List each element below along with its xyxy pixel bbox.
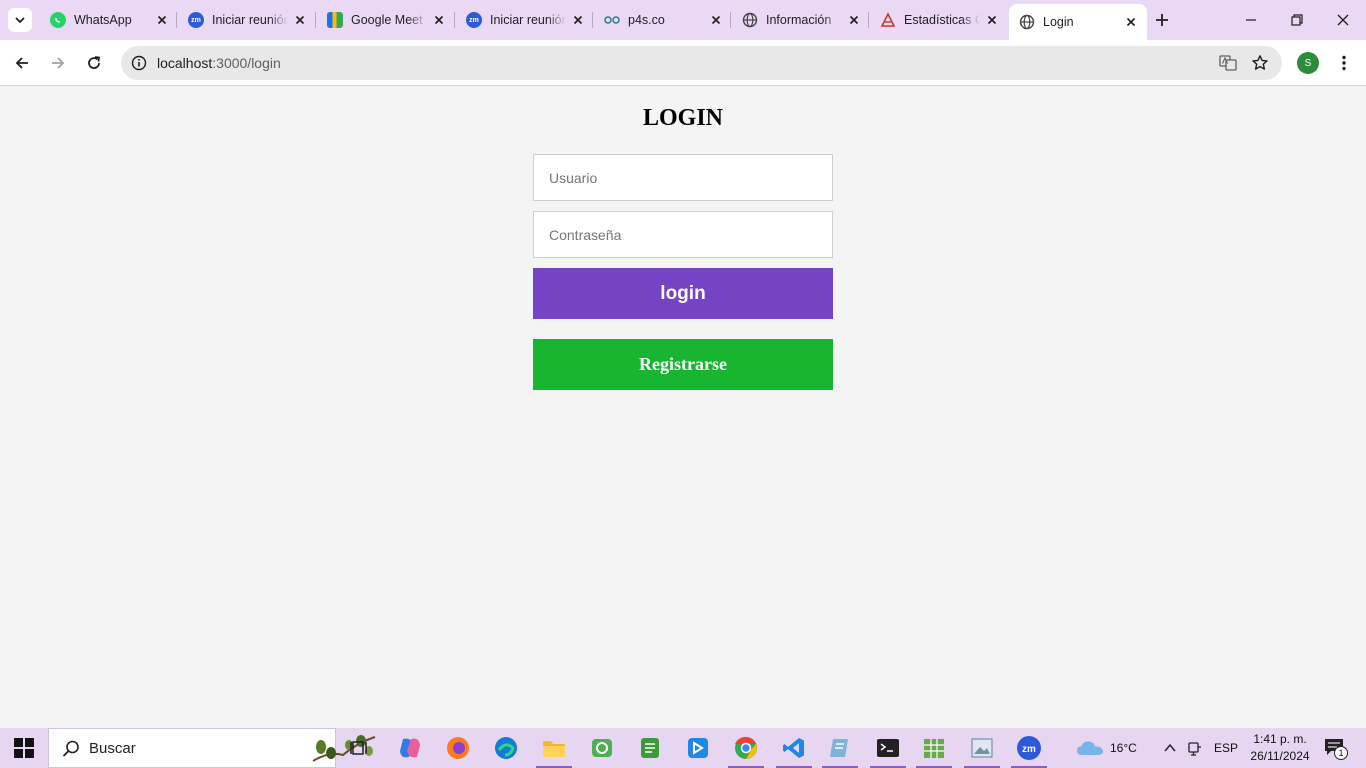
zoom-app-icon[interactable]: zm (1015, 734, 1043, 762)
taskbar-clock[interactable]: 1:41 p. m. 26/11/2024 (1240, 731, 1320, 765)
notepad-icon[interactable] (636, 734, 664, 762)
more-vertical-icon (1342, 55, 1346, 71)
tab-title: p4s.co (628, 13, 665, 27)
login-button[interactable]: login (533, 268, 833, 319)
globe-icon (742, 12, 758, 28)
svg-text:zm: zm (1022, 744, 1036, 755)
tab-title: Login (1043, 15, 1074, 29)
google-meet-icon (327, 12, 343, 28)
username-input[interactable] (533, 154, 833, 201)
tab-title: Iniciar reunión (212, 13, 288, 27)
notification-badge: 1 (1334, 746, 1348, 760)
spreadsheet-icon[interactable] (920, 734, 948, 762)
taskbar-search-text: Buscar (89, 740, 136, 757)
tab-title: WhatsApp (74, 13, 132, 27)
notification-center[interactable]: 1 (1324, 738, 1348, 760)
tab-informacion[interactable]: Información (732, 4, 870, 36)
translate-icon[interactable] (1218, 53, 1238, 73)
close-icon[interactable] (570, 12, 586, 28)
browser-menu-button[interactable] (1332, 49, 1356, 77)
zoom-icon: zm (188, 12, 204, 28)
password-input[interactable] (533, 211, 833, 258)
search-icon (62, 740, 79, 757)
restore-button[interactable] (1274, 0, 1320, 40)
tab-zoom-2[interactable]: zm Iniciar reunión (456, 4, 594, 36)
url-host: localhost (157, 55, 213, 71)
chevron-up-icon[interactable] (1163, 742, 1177, 754)
bookmark-star-icon[interactable] (1250, 53, 1270, 73)
minimize-button[interactable] (1228, 0, 1274, 40)
game-controller-icon[interactable] (588, 734, 616, 762)
reload-icon (88, 56, 101, 69)
minimize-icon (1246, 19, 1256, 21)
plus-icon (1156, 14, 1168, 26)
clock-time: 1:41 p. m. (1253, 732, 1307, 746)
url-path: :3000/login (212, 55, 281, 71)
close-icon[interactable] (1123, 14, 1139, 30)
login-page: LOGIN login Registrarse (0, 87, 1366, 728)
vscode-icon[interactable] (780, 734, 808, 762)
clock-date: 26/11/2024 (1250, 749, 1310, 763)
new-tab-button[interactable] (1150, 8, 1174, 32)
image-viewer-icon[interactable] (968, 734, 996, 762)
url-text[interactable]: localhost:3000/login (157, 55, 281, 71)
address-bar[interactable]: localhost:3000/login (121, 46, 1282, 80)
arrow-left-icon (15, 57, 28, 69)
restore-icon (1291, 14, 1303, 26)
edge-icon[interactable] (492, 734, 520, 762)
tab-login[interactable]: Login (1009, 4, 1147, 40)
tab-estadisticas[interactable]: Estadísticas C (870, 4, 1008, 36)
whatsapp-icon (50, 12, 66, 28)
close-icon[interactable] (154, 12, 170, 28)
taskbar-search-box[interactable]: Buscar (48, 728, 376, 768)
close-window-button[interactable] (1320, 0, 1366, 40)
globe-icon (1019, 14, 1035, 30)
copilot-icon[interactable] (396, 734, 424, 762)
store-app-icon[interactable] (684, 734, 712, 762)
close-icon[interactable] (708, 12, 724, 28)
zoom-icon: zm (466, 12, 482, 28)
browser-toolbar: localhost:3000/login S (0, 40, 1366, 86)
network-icon[interactable] (1187, 740, 1203, 756)
tab-google-meet[interactable]: Google Meet (317, 4, 455, 36)
p4s-icon (604, 12, 620, 28)
close-icon[interactable] (292, 12, 308, 28)
reload-button[interactable] (80, 49, 108, 77)
tab-zoom-1[interactable]: zm Iniciar reunión (178, 4, 316, 36)
cloud-icon[interactable] (1076, 740, 1104, 756)
close-icon[interactable] (984, 12, 1000, 28)
tab-search-button[interactable] (8, 8, 32, 32)
forward-button[interactable] (44, 49, 72, 77)
register-button[interactable]: Registrarse (533, 339, 833, 390)
chrome-icon[interactable] (732, 734, 760, 762)
weather-temperature[interactable]: 16°C (1110, 741, 1137, 755)
language-indicator[interactable]: ESP (1214, 741, 1238, 755)
firefox-icon[interactable] (444, 734, 472, 762)
close-icon[interactable] (846, 12, 862, 28)
tab-p4s[interactable]: p4s.co (594, 4, 732, 36)
tab-strip: WhatsApp zm Iniciar reunión Google Meet … (0, 0, 1366, 40)
tab-title: Información (766, 13, 832, 27)
tab-title: Iniciar reunión (490, 13, 566, 27)
file-explorer-icon[interactable] (540, 734, 568, 762)
stats-icon (880, 12, 896, 28)
chevron-down-icon (15, 17, 25, 24)
arrow-right-icon (52, 57, 65, 69)
tab-whatsapp[interactable]: WhatsApp (40, 4, 178, 36)
page-title: LOGIN (642, 105, 723, 131)
windows-taskbar: Buscar zm 16°C ESP 1:41 p. m. 26/11/2024… (0, 728, 1366, 768)
site-info-icon[interactable] (129, 53, 149, 73)
tab-title: Estadísticas C (904, 13, 980, 27)
task-view-icon[interactable] (346, 734, 374, 762)
windows-start-icon[interactable] (14, 738, 34, 758)
terminal-icon[interactable] (874, 734, 902, 762)
profile-avatar[interactable]: S (1297, 52, 1319, 74)
close-icon (1337, 14, 1349, 26)
back-button[interactable] (8, 49, 36, 77)
close-icon[interactable] (431, 12, 447, 28)
notebook-icon[interactable] (826, 734, 854, 762)
tab-title: Google Meet (351, 13, 423, 27)
